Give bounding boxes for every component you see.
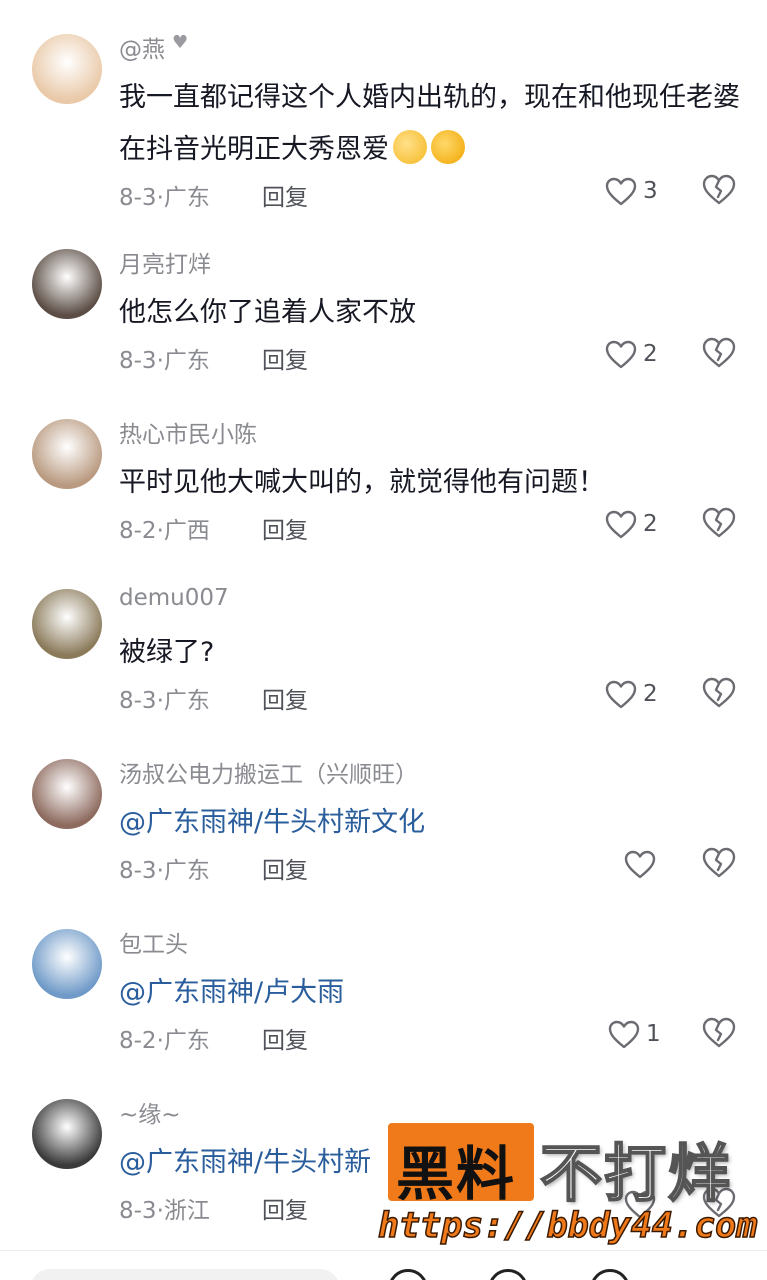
comment-input[interactable] — [30, 1269, 340, 1280]
comment-text: @广东雨神/卢大雨 — [119, 967, 749, 1019]
dislike-button[interactable] — [702, 677, 736, 711]
reply-button[interactable]: 回复 — [262, 851, 308, 885]
comment-username[interactable]: 汤叔公电力搬运工（兴顺旺） — [119, 755, 418, 789]
comment-text-content: 我一直都记得这个人婚内出轨的，现在和他现任老婆在抖音光明正大秀恩爱 — [119, 82, 740, 165]
kiss-face-emoji — [393, 130, 427, 164]
comment-username[interactable]: ~缘~ — [119, 1095, 181, 1129]
reply-button[interactable]: 回复 — [262, 511, 308, 545]
emoji-icon[interactable] — [388, 1269, 428, 1280]
username-heart-icon: ♥ — [172, 32, 189, 53]
watermark-box-text: 黑料 — [396, 1140, 517, 1208]
like-count: 1 — [646, 1021, 661, 1047]
comment-item: 月亮打烊他怎么你了追着人家不放 8-3·广东 回复 2 — [0, 245, 767, 415]
heart-outline-icon — [608, 1020, 640, 1049]
comment-date-location: 8-2·广东 — [119, 1028, 210, 1054]
broken-heart-icon — [702, 337, 736, 368]
comment-text: 他怎么你了追着人家不放 — [119, 287, 749, 339]
like-button[interactable]: 2 — [605, 507, 695, 547]
dislike-button[interactable] — [702, 847, 736, 881]
comment-date-location: 8-3·广东 — [119, 858, 210, 884]
avatar[interactable] — [32, 759, 102, 829]
at-icon[interactable] — [488, 1269, 528, 1280]
reply-button[interactable]: 回复 — [262, 178, 308, 212]
like-button[interactable]: 3 — [605, 174, 695, 214]
watermark: 黑料 不打烊 — [388, 1123, 738, 1211]
comment-item: @燕 ♥ 我一直都记得这个人婚内出轨的，现在和他现任老婆在抖音光明正大秀恩爱 8-3·… — [0, 30, 767, 211]
comment-text-content: 平时见他大喊大叫的，就觉得他有问题！ — [119, 467, 605, 498]
reply-button[interactable]: 回复 — [262, 681, 308, 715]
dislike-button[interactable] — [702, 337, 736, 371]
avatar[interactable] — [32, 419, 102, 489]
reply-button[interactable]: 回复 — [262, 341, 308, 375]
watermark-box: 黑料 — [388, 1123, 534, 1208]
comment-username[interactable]: 月亮打烊 — [119, 245, 211, 279]
comment-text-content: 他怎么你了追着人家不放 — [119, 297, 416, 328]
dislike-button[interactable] — [702, 174, 736, 208]
like-button[interactable]: 2 — [605, 337, 695, 377]
like-button[interactable] — [624, 847, 714, 887]
comment-username[interactable]: @燕 — [119, 30, 165, 64]
comment-username[interactable]: demu007 — [119, 585, 229, 611]
like-count: 2 — [643, 341, 658, 367]
comment-date-location: 8-3·广东 — [119, 688, 210, 714]
avatar[interactable] — [32, 929, 102, 999]
mention-link[interactable]: @广东雨神/牛头村新文化 — [119, 807, 425, 838]
broken-heart-icon — [702, 847, 736, 878]
broken-heart-icon — [702, 174, 736, 205]
comment-date-location: 8-3·广东 — [119, 185, 210, 211]
image-icon[interactable] — [590, 1269, 630, 1280]
comment-text: @广东雨神/牛头村新文化 — [119, 797, 749, 849]
heart-outline-icon — [605, 340, 637, 369]
avatar[interactable] — [32, 249, 102, 319]
laughing-crying-emoji — [431, 130, 465, 164]
comment-item: 包工头 @广东雨神/卢大雨 8-2·广东 回复 1 — [0, 925, 767, 1095]
like-count: 3 — [643, 178, 658, 204]
comment-item: 热心市民小陈平时见他大喊大叫的，就觉得他有问题！ 8-2·广西 回复 2 — [0, 415, 767, 585]
heart-outline-icon — [605, 680, 637, 709]
watermark-url: https://bbdy44.com — [377, 1205, 758, 1247]
heart-outline-icon — [605, 510, 637, 539]
broken-heart-icon — [702, 1017, 736, 1048]
avatar[interactable] — [32, 589, 102, 659]
reply-button[interactable]: 回复 — [262, 1021, 308, 1055]
comment-username[interactable]: 包工头 — [119, 925, 188, 959]
like-button[interactable]: 2 — [605, 677, 695, 717]
comment-username[interactable]: 热心市民小陈 — [119, 415, 257, 449]
dislike-button[interactable] — [702, 507, 736, 541]
broken-heart-icon — [702, 507, 736, 538]
comment-item: 汤叔公电力搬运工（兴顺旺） @广东雨神/牛头村新文化 8-3·广东 回复 — [0, 755, 767, 925]
comment-text: 平时见他大喊大叫的，就觉得他有问题！ — [119, 457, 749, 509]
comment-text-content: 被绿了? — [119, 637, 215, 668]
reply-button[interactable]: 回复 — [262, 1191, 308, 1225]
bottom-bar — [0, 1250, 767, 1280]
comment-item: demu007 被绿了? 8-3·广东 回复 2 — [0, 585, 767, 755]
comment-text: 我一直都记得这个人婚内出轨的，现在和他现任老婆在抖音光明正大秀恩爱 — [119, 72, 749, 176]
avatar[interactable] — [32, 1099, 102, 1169]
watermark-main-text: 不打烊 — [539, 1136, 733, 1211]
broken-heart-icon — [702, 677, 736, 708]
comment-date-location: 8-3·浙江 — [119, 1198, 210, 1224]
mention-link[interactable]: @广东雨神/牛头村新 — [119, 1147, 371, 1178]
dislike-button[interactable] — [702, 1017, 736, 1051]
avatar[interactable] — [32, 34, 102, 104]
heart-outline-icon — [605, 177, 637, 206]
mention-link[interactable]: @广东雨神/卢大雨 — [119, 977, 344, 1008]
like-count: 2 — [643, 681, 658, 707]
comment-date-location: 8-3·广东 — [119, 348, 210, 374]
like-count: 2 — [643, 511, 658, 537]
heart-outline-icon — [624, 850, 656, 879]
comment-text: 被绿了? — [119, 627, 749, 679]
comment-date-location: 8-2·广西 — [119, 518, 210, 544]
like-button[interactable]: 1 — [608, 1017, 698, 1057]
